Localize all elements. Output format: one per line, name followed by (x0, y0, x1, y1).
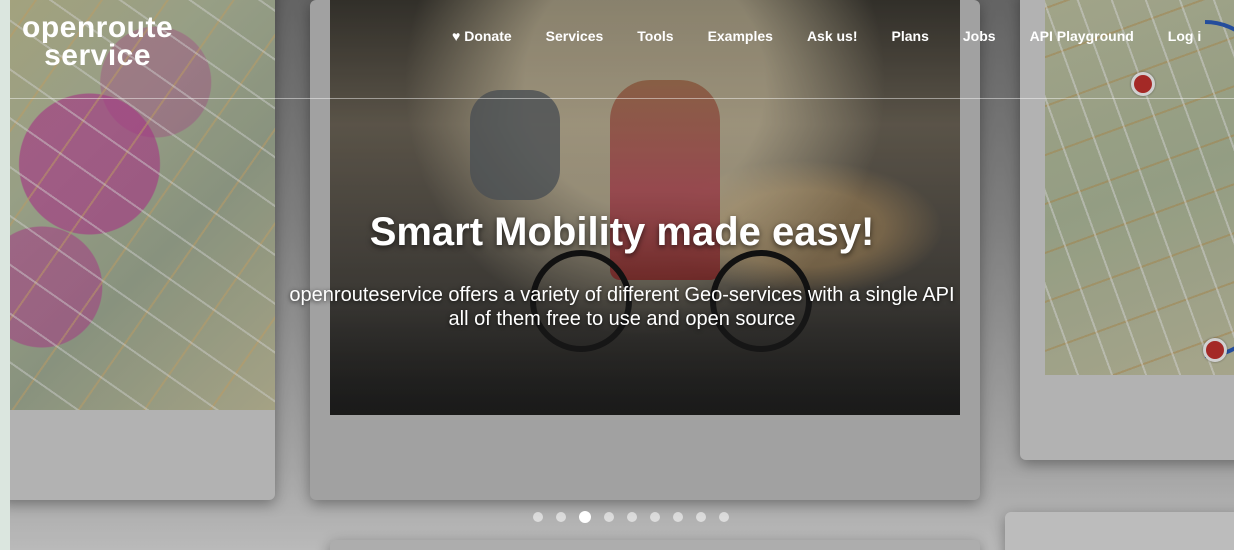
hero-subtitle-line-2: all of them free to use and open source (448, 308, 796, 330)
logo-line-1: openroute (22, 11, 174, 44)
carousel-dot[interactable] (533, 512, 543, 522)
carousel-indicators (533, 511, 729, 523)
hero-subtitle: openrouteservice offers a variety of dif… (10, 283, 1234, 331)
nav-donate[interactable]: ♥ Donate (452, 28, 512, 44)
carousel-dot[interactable] (673, 512, 683, 522)
carousel-dot[interactable] (650, 512, 660, 522)
carousel-dot[interactable] (604, 512, 614, 522)
logo-line-2: service (44, 38, 152, 72)
nav-api-playground[interactable]: API Playground (1030, 28, 1134, 44)
carousel-dot[interactable] (579, 511, 591, 523)
site-logo[interactable]: openroute service (22, 11, 174, 72)
nav-tools[interactable]: Tools (637, 28, 673, 44)
overlay (10, 0, 1234, 550)
hero-title: Smart Mobility made easy! (369, 210, 875, 254)
carousel-dot[interactable] (719, 512, 729, 522)
nav-jobs[interactable]: Jobs (963, 28, 996, 44)
carousel-dot[interactable] (696, 512, 706, 522)
nav-login[interactable]: Log i (1168, 28, 1201, 44)
nav-plans[interactable]: Plans (892, 28, 929, 44)
nav-services[interactable]: Services (546, 28, 604, 44)
carousel-dot[interactable] (556, 512, 566, 522)
hero-carousel: openroute service ♥ Donate Services Tool… (10, 0, 1234, 550)
header-divider (10, 98, 1234, 99)
hero-subtitle-line-1: openrouteservice offers a variety of dif… (289, 284, 955, 306)
nav-ask-us[interactable]: Ask us! (807, 28, 858, 44)
carousel-dot[interactable] (627, 512, 637, 522)
nav-examples[interactable]: Examples (708, 28, 773, 44)
main-nav: ♥ Donate Services Tools Examples Ask us!… (450, 28, 1201, 44)
